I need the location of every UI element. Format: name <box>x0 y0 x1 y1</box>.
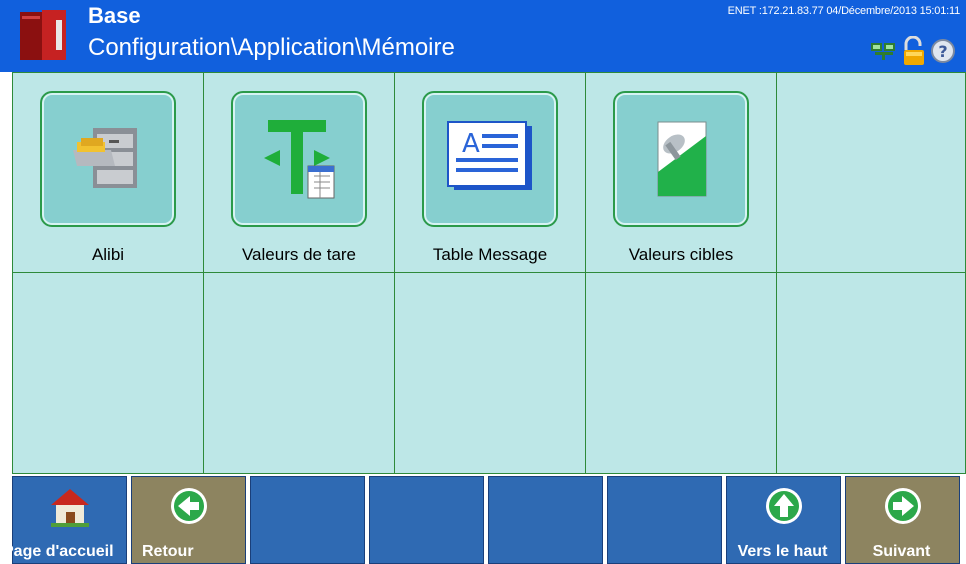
help-icon[interactable]: ? <box>930 38 956 64</box>
message-table-icon: A <box>447 121 532 190</box>
arrow-left-icon <box>170 488 207 524</box>
next-label: Suivant <box>872 543 931 560</box>
back-label: Retour <box>142 543 194 560</box>
home-button[interactable]: Page d'accueil <box>3 476 127 564</box>
target-values-icon <box>657 121 707 197</box>
home-label: Page d'accueil <box>3 543 114 560</box>
empty-cell <box>586 273 777 474</box>
target-values-cell[interactable]: Valeurs cibles <box>586 72 777 273</box>
scroll-up-label: Vers le haut <box>737 543 828 560</box>
empty-cell <box>204 273 395 474</box>
alibi-cell[interactable]: Alibi <box>12 72 204 273</box>
page-title: Base <box>88 3 141 28</box>
empty-cell <box>777 72 966 273</box>
tare-values-icon <box>264 120 335 199</box>
svg-text:A: A <box>462 129 480 159</box>
message-table-label: Table Message <box>432 245 548 264</box>
arrow-up-icon <box>765 488 802 524</box>
scroll-up-button[interactable]: Vers le haut <box>726 476 841 564</box>
svg-text:?: ? <box>938 42 947 61</box>
network-icon[interactable] <box>870 40 898 62</box>
softkey-bar: Page d'accueil Retour Vers le haut Suiva… <box>3 476 966 564</box>
alibi-button[interactable] <box>40 91 176 227</box>
status-text: ENET :172.21.83.77 04/Décembre/2013 15:0… <box>727 5 961 17</box>
message-table-cell[interactable]: A Table Message <box>395 72 586 273</box>
softkey-empty[interactable] <box>250 476 365 564</box>
tare-values-button[interactable] <box>231 91 367 227</box>
softkey-empty[interactable] <box>369 476 484 564</box>
file-cabinet-icon <box>73 128 137 188</box>
empty-cell <box>395 273 586 474</box>
back-button[interactable]: Retour <box>131 476 246 564</box>
next-button[interactable]: Suivant <box>845 476 960 564</box>
memory-options-grid: Alibi Valeurs de tare A Table Message Va… <box>12 72 966 474</box>
alibi-label: Alibi <box>91 245 125 264</box>
target-values-button[interactable] <box>613 91 749 227</box>
breadcrumb: Configuration\Application\Mémoire <box>88 34 455 61</box>
target-values-label: Valeurs cibles <box>628 245 734 264</box>
tare-values-cell[interactable]: Valeurs de tare <box>204 72 395 273</box>
softkey-empty[interactable] <box>607 476 722 564</box>
header-icons: ? <box>870 36 956 66</box>
book-logo-icon <box>20 10 66 60</box>
unlock-icon[interactable] <box>900 36 928 66</box>
empty-cell <box>12 273 204 474</box>
empty-cell <box>777 273 966 474</box>
tare-values-label: Valeurs de tare <box>241 245 357 264</box>
home-icon <box>50 489 89 527</box>
header-bar: Base Configuration\Application\Mémoire E… <box>0 0 966 72</box>
message-table-button[interactable]: A <box>422 91 558 227</box>
arrow-right-icon <box>884 488 921 524</box>
softkey-empty[interactable] <box>488 476 603 564</box>
